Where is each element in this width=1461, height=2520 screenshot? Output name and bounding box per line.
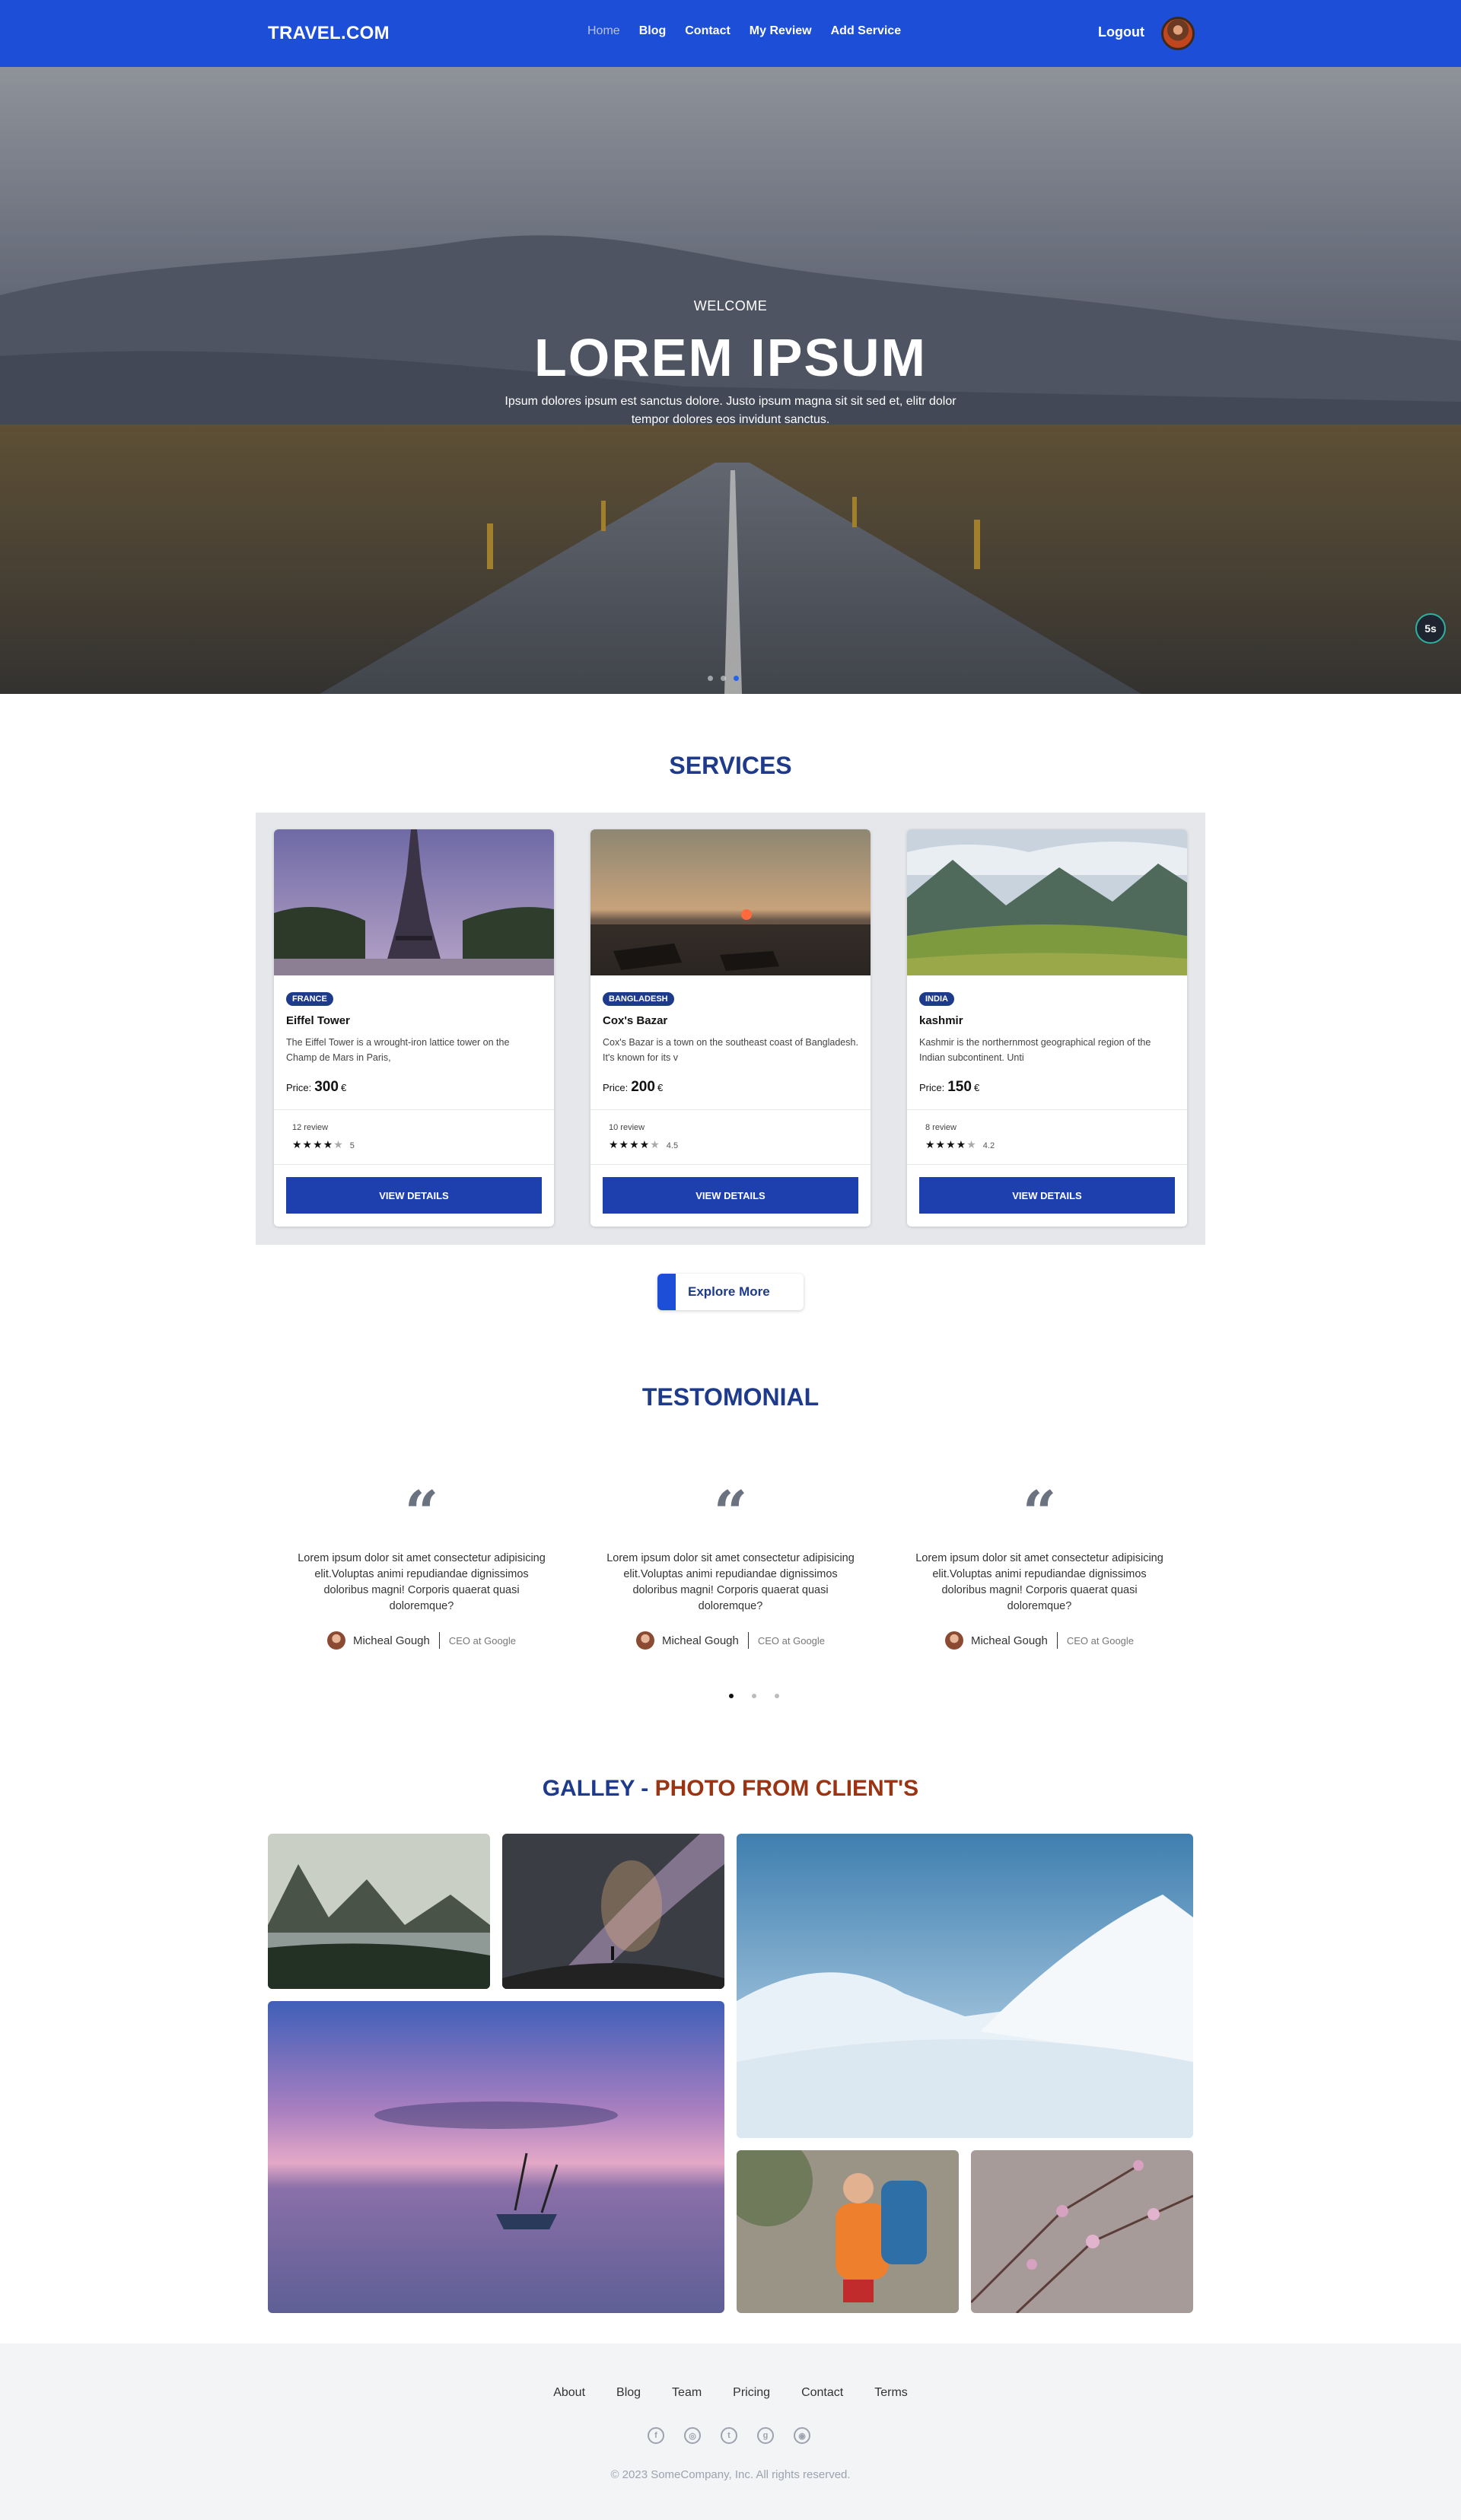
view-details-button[interactable]: VIEW DETAILS (286, 1177, 542, 1214)
main-menu: Home Blog Contact My Review Add Service (587, 24, 901, 38)
quote-icon: “ (1022, 1478, 1057, 1548)
carousel-dots (708, 676, 739, 681)
review-count: 10 review (609, 1123, 645, 1132)
pagination-dot[interactable] (752, 1694, 756, 1698)
service-name: Eiffel Tower (286, 1014, 350, 1027)
hero-title: LOREM IPSUM (534, 328, 927, 387)
logout-button[interactable]: Logout (1098, 24, 1144, 40)
star-rating: ★★★★★ 4.2 (925, 1138, 995, 1150)
country-badge: BANGLADESH (603, 992, 674, 1006)
service-description: Cox's Bazar is a town on the southeast c… (603, 1037, 858, 1063)
kashmir-image (907, 829, 1187, 975)
testimonial-card: “ Lorem ipsum dolor sit amet consectetur… (902, 1484, 1176, 1650)
author-avatar (326, 1631, 345, 1650)
services-container: FRANCE Eiffel Tower The Eiffel Tower is … (256, 813, 1205, 1245)
explore-more-button[interactable]: Explore More (657, 1274, 804, 1310)
service-price: Price: 300 € (286, 1079, 347, 1095)
autoplay-timer[interactable]: 5s (1415, 613, 1446, 644)
service-card: FRANCE Eiffel Tower The Eiffel Tower is … (274, 829, 554, 1227)
site-footer: About Blog Team Pricing Contact Terms f … (0, 2343, 1461, 2520)
service-card: INDIA kashmir Kashmir is the northernmos… (907, 829, 1187, 1227)
star-rating: ★★★★★ 4.5 (609, 1138, 679, 1150)
author-name: Micheal Gough (352, 1634, 430, 1647)
eiffel-tower-image (274, 829, 554, 975)
star-rating: ★★★★★ 5 (292, 1138, 355, 1150)
footer-link-pricing[interactable]: Pricing (733, 2386, 770, 2400)
footer-link-team[interactable]: Team (672, 2386, 702, 2400)
service-description: Kashmir is the northernmost geographical… (919, 1037, 1151, 1063)
footer-links: About Blog Team Pricing Contact Terms (0, 2386, 1461, 2400)
brand-logo[interactable]: TRAVEL.COM (268, 23, 390, 44)
services-title: SERVICES (669, 752, 792, 779)
service-name: kashmir (919, 1014, 963, 1027)
carousel-dot[interactable] (721, 676, 726, 681)
author-avatar (944, 1631, 963, 1650)
footer-link-blog[interactable]: Blog (616, 2386, 641, 2400)
testimonial-text: Lorem ipsum dolor sit amet consectetur a… (298, 1552, 546, 1612)
service-card: BANGLADESH Cox's Bazar Cox's Bazar is a … (590, 829, 871, 1227)
service-name: Cox's Bazar (603, 1014, 668, 1027)
service-price: Price: 150 € (919, 1079, 980, 1095)
author-avatar (635, 1631, 654, 1650)
dribbble-icon[interactable]: ◉ (794, 2427, 810, 2444)
carousel-dot[interactable] (708, 676, 713, 681)
github-icon[interactable]: g (757, 2427, 774, 2444)
instagram-icon[interactable]: ◎ (684, 2427, 701, 2444)
facebook-icon[interactable]: f (648, 2427, 664, 2444)
social-links: f ◎ t g ◉ (648, 2427, 810, 2444)
quote-icon: “ (404, 1478, 439, 1548)
testimonial-text: Lorem ipsum dolor sit amet consectetur a… (606, 1552, 855, 1612)
gallery-image-hiker[interactable] (737, 2150, 959, 2313)
view-details-button[interactable]: VIEW DETAILS (919, 1177, 1175, 1214)
nav-link-add-service[interactable]: Add Service (831, 24, 901, 38)
review-count: 8 review (925, 1123, 956, 1132)
footer-link-terms[interactable]: Terms (874, 2386, 908, 2400)
nav-link-blog[interactable]: Blog (639, 24, 667, 38)
gallery-image-blossoms[interactable] (971, 2150, 1193, 2313)
gallery-image-snow-mountain[interactable] (737, 1834, 1193, 2138)
footer-link-about[interactable]: About (553, 2386, 585, 2400)
nav-link-home[interactable]: Home (587, 24, 620, 38)
testimonial-text: Lorem ipsum dolor sit amet consectetur a… (915, 1552, 1163, 1612)
hero-description: Ipsum dolores ipsum est sanctus dolore. … (505, 395, 956, 426)
gallery-image-mountain-lake[interactable] (268, 1834, 490, 1989)
view-details-button[interactable]: VIEW DETAILS (603, 1177, 858, 1214)
testimonial-author: Micheal Gough CEO at Google (902, 1631, 1176, 1650)
coxs-bazar-image (590, 829, 871, 975)
testimonial-pagination (729, 1694, 779, 1698)
footer-link-contact[interactable]: Contact (801, 2386, 843, 2400)
testimonial-author: Micheal Gough CEO at Google (285, 1631, 559, 1650)
author-name: Micheal Gough (661, 1634, 739, 1647)
nav-link-my-review[interactable]: My Review (750, 24, 812, 38)
testimonial-card: “ Lorem ipsum dolor sit amet consectetur… (285, 1484, 559, 1650)
gallery-title: GALLEY - PHOTO FROM CLIENT'S (542, 1776, 919, 1801)
testimonial-author: Micheal Gough CEO at Google (594, 1631, 867, 1650)
author-name: Micheal Gough (970, 1634, 1048, 1647)
testimonial-card: “ Lorem ipsum dolor sit amet consectetur… (594, 1484, 867, 1650)
copyright-text: © 2023 SomeCompany, Inc. All rights rese… (610, 2468, 851, 2481)
author-role: CEO at Google (1066, 1634, 1135, 1647)
top-navbar: TRAVEL.COM Home Blog Contact My Review A… (0, 0, 1461, 67)
carousel-dot-active[interactable] (734, 676, 739, 681)
service-description: The Eiffel Tower is a wrought-iron latti… (286, 1037, 510, 1063)
gallery-image-milky-way[interactable] (502, 1834, 724, 1989)
twitter-icon[interactable]: t (721, 2427, 737, 2444)
testimonial-title: TESTOMONIAL (641, 1383, 820, 1411)
hero-subtitle: WELCOME (693, 298, 768, 313)
review-count: 12 review (292, 1123, 329, 1132)
gallery-image-sunset-boat[interactable] (268, 2001, 724, 2313)
country-badge: INDIA (919, 992, 954, 1006)
nav-link-contact[interactable]: Contact (685, 24, 730, 38)
service-price: Price: 200 € (603, 1079, 664, 1095)
pagination-dot[interactable] (775, 1694, 779, 1698)
author-role: CEO at Google (757, 1634, 826, 1647)
user-avatar[interactable] (1161, 17, 1195, 50)
author-role: CEO at Google (448, 1634, 517, 1647)
pagination-dot-active[interactable] (729, 1694, 734, 1698)
hero-carousel: WELCOME LOREM IPSUM Ipsum dolores ipsum … (0, 67, 1461, 694)
quote-icon: “ (713, 1478, 748, 1548)
country-badge: FRANCE (286, 992, 333, 1006)
